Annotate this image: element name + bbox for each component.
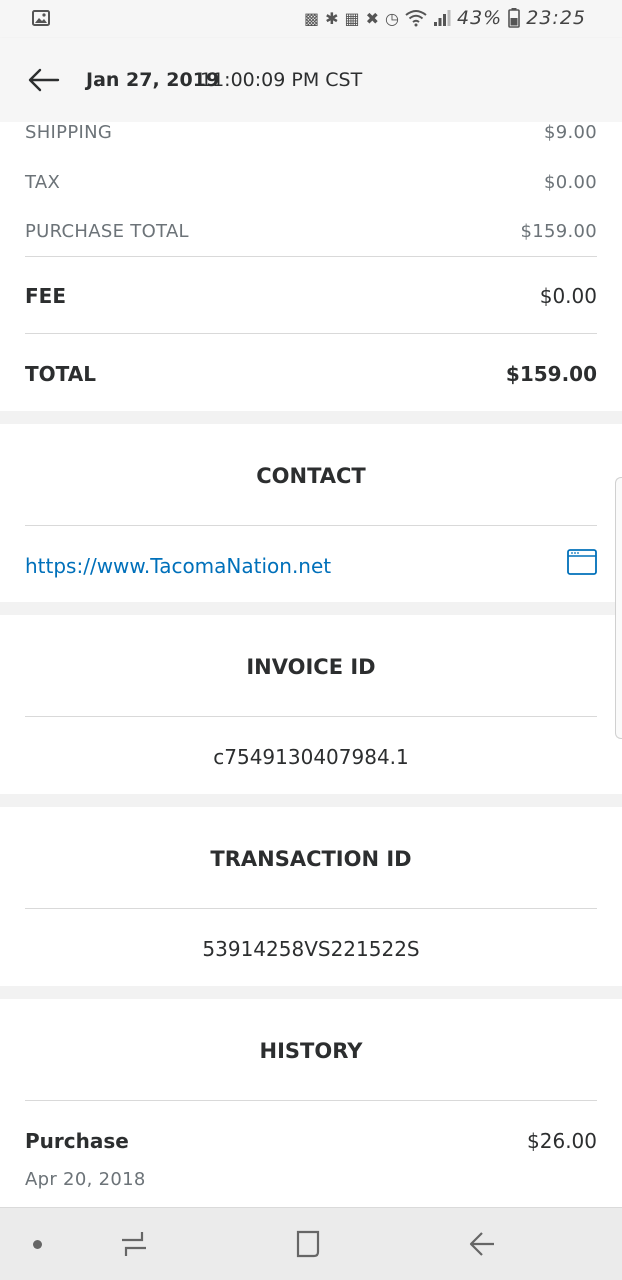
bluetooth-icon: ✱	[325, 8, 339, 28]
row-value: $0.00	[543, 172, 597, 193]
fee-label: FEE	[25, 284, 66, 308]
signal-icon	[434, 10, 451, 26]
divider	[25, 525, 597, 526]
contact-card: CONTACT https://www.TacomaNation.net	[0, 424, 622, 602]
row-label: TAX	[25, 172, 61, 193]
history-card: HISTORY Purchase $26.00 Apr 20, 2018	[0, 999, 622, 1229]
image-notification-icon	[32, 10, 50, 30]
history-title: HISTORY	[259, 1039, 363, 1063]
summary-card: SHIPPING $9.00 TAX $0.00 PURCHASE TOTAL …	[0, 122, 622, 411]
nfc-icon: ▦	[344, 8, 360, 28]
fee-value: $0.00	[539, 284, 597, 308]
row-label: SHIPPING	[25, 122, 113, 143]
header-time: 11:00:09 PM CST	[200, 69, 363, 91]
total-value: $159.00	[505, 362, 597, 386]
history-item-amount: $26.00	[527, 1129, 597, 1153]
divider	[25, 256, 597, 257]
alarm-icon: ◷	[385, 8, 399, 28]
row-value: $9.00	[543, 122, 597, 143]
wifi-icon	[405, 10, 427, 27]
home-icon[interactable]	[292, 1228, 324, 1264]
transaction-details: SHIPPING $9.00 TAX $0.00 PURCHASE TOTAL …	[0, 122, 622, 1229]
history-item-date: Apr 20, 2018	[25, 1169, 146, 1190]
contact-url-link[interactable]: https://www.TacomaNation.net	[25, 554, 331, 578]
recent-apps-icon[interactable]	[118, 1228, 150, 1264]
divider	[25, 908, 597, 909]
system-nav-bar	[0, 1207, 622, 1280]
transaction-card: TRANSACTION ID 53914258VS221522S	[0, 807, 622, 986]
invoice-id-value: c7549130407984.1	[213, 745, 409, 769]
lock-icon: ▩	[303, 8, 320, 28]
status-icons: ▩ ✱ ▦ ✖ ◷ 43% 23:25	[304, 7, 586, 29]
app-header: Jan 27, 2019 11:00:09 PM CST	[0, 38, 622, 123]
back-arrow-icon[interactable]	[24, 60, 64, 100]
back-icon[interactable]	[466, 1228, 498, 1264]
status-bar: ▩ ✱ ▦ ✖ ◷ 43% 23:25	[0, 0, 622, 38]
row-label: PURCHASE TOTAL	[25, 221, 189, 242]
battery-percent: 43%	[457, 7, 503, 29]
clock: 23:25	[526, 7, 586, 29]
contact-title: CONTACT	[256, 464, 366, 488]
mute-icon: ✖	[365, 8, 380, 28]
edge-panel-handle[interactable]	[615, 477, 622, 739]
invoice-title: INVOICE ID	[246, 655, 376, 679]
transaction-id-value: 53914258VS221522S	[202, 937, 420, 961]
divider	[25, 333, 597, 334]
invoice-card: INVOICE ID c7549130407984.1	[0, 615, 622, 794]
nav-dot-indicator	[33, 1240, 42, 1249]
history-item-type: Purchase	[25, 1129, 129, 1153]
divider	[25, 1100, 597, 1101]
total-label: TOTAL	[25, 362, 96, 386]
transaction-title: TRANSACTION ID	[210, 847, 412, 871]
battery-icon	[508, 8, 521, 28]
browser-window-icon[interactable]	[567, 549, 597, 579]
divider	[25, 716, 597, 717]
row-value: $159.00	[520, 221, 597, 242]
